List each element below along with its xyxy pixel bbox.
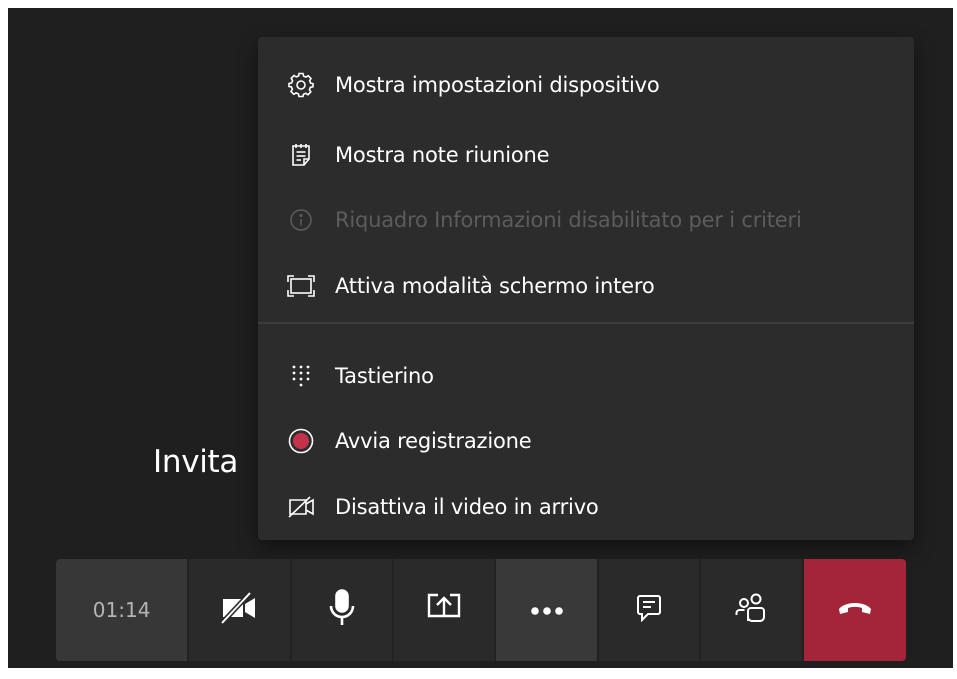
fullscreen-icon xyxy=(286,271,316,301)
menu-item-label: Avvia registrazione xyxy=(335,429,532,453)
call-timer: 01:14 xyxy=(56,559,188,661)
menu-item-incoming-video-off[interactable]: Disattiva il video in arrivo xyxy=(258,477,914,537)
more-actions-menu: Mostra impostazioni dispositivo Mostra n… xyxy=(258,37,914,540)
participants-icon xyxy=(735,593,767,627)
call-controls-bar: 01:14 xyxy=(56,559,906,661)
menu-item-info-pane: Riquadro Informazioni disabilitato per i… xyxy=(258,190,914,250)
chat-icon xyxy=(636,594,662,626)
dialpad-icon xyxy=(286,361,316,391)
menu-item-fullscreen[interactable]: Attiva modalità schermo intero xyxy=(258,256,914,316)
menu-item-label: Disattiva il video in arrivo xyxy=(335,495,599,519)
more-options-button[interactable] xyxy=(494,559,597,661)
share-screen-icon xyxy=(426,593,462,627)
hang-up-button[interactable] xyxy=(801,559,906,661)
video-off-icon xyxy=(286,492,316,522)
menu-item-device-settings[interactable]: Mostra impostazioni dispositivo xyxy=(258,55,914,115)
menu-item-dialpad[interactable]: Tastierino xyxy=(258,346,914,406)
menu-item-start-recording[interactable]: Avvia registrazione xyxy=(258,411,914,471)
call-timer-text: 01:14 xyxy=(92,598,151,622)
menu-item-label: Attiva modalità schermo intero xyxy=(335,274,655,298)
meeting-stage: Invita Mostra impostazioni dispositivo M… xyxy=(8,8,953,668)
hang-up-icon xyxy=(837,600,873,620)
camera-toggle-button[interactable] xyxy=(187,559,290,661)
chat-button[interactable] xyxy=(596,559,700,661)
notes-icon xyxy=(286,140,316,170)
menu-item-meeting-notes[interactable]: Mostra note riunione xyxy=(258,125,914,185)
microphone-icon xyxy=(329,589,355,631)
menu-item-label: Mostra impostazioni dispositivo xyxy=(335,73,660,97)
participants-button[interactable] xyxy=(699,559,802,661)
gear-icon xyxy=(286,70,316,100)
record-icon xyxy=(286,426,316,456)
microphone-button[interactable] xyxy=(289,559,393,661)
menu-item-label: Riquadro Informazioni disabilitato per i… xyxy=(335,208,802,232)
more-options-icon xyxy=(530,601,564,620)
menu-item-label: Tastierino xyxy=(335,364,434,388)
menu-divider xyxy=(258,322,914,324)
info-icon xyxy=(286,205,316,235)
share-screen-button[interactable] xyxy=(392,559,495,661)
menu-item-label: Mostra note riunione xyxy=(335,143,550,167)
camera-off-icon xyxy=(219,591,259,628)
invite-caption: Invita xyxy=(153,444,239,480)
